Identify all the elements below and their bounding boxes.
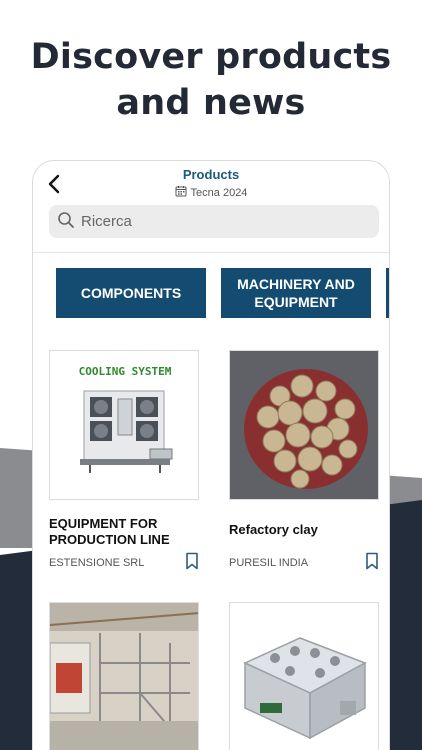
event-subtitle: Tecna 2024 (33, 185, 389, 200)
product-meta: ESTENSIONE SRL (49, 552, 199, 573)
top-bar: Products Tecna 2024 Ricerca (33, 161, 389, 253)
category-components[interactable]: COMPONENTS (56, 268, 206, 318)
product-image (49, 602, 199, 750)
promo-headline: Discover products and news (0, 34, 422, 126)
product-card[interactable] (229, 602, 379, 750)
product-company: ESTENSIONE SRL (49, 556, 145, 569)
headline-line1: Discover products (30, 37, 392, 77)
page-title: Products (182, 167, 240, 182)
product-card[interactable]: COOLING SYSTEM EQUIPMENT FOR PRODUCTION … (49, 350, 199, 570)
search-input[interactable]: Ricerca (49, 205, 379, 238)
product-meta: PURESIL INDIA (229, 552, 379, 573)
product-company: PURESIL INDIA (229, 556, 309, 569)
product-card[interactable] (49, 602, 199, 750)
product-image (229, 350, 379, 500)
category-tabs: COMPONENTS MACHINERY AND EQUIPMENT (33, 253, 389, 333)
calendar-icon (175, 185, 187, 200)
product-title: EQUIPMENT FOR PRODUCTION LINE (49, 516, 170, 547)
product-image (229, 602, 379, 750)
event-name: Tecna 2024 (190, 186, 248, 199)
bookmark-icon[interactable] (185, 552, 199, 573)
product-title: Refactory clay (229, 522, 318, 537)
category-more[interactable] (386, 268, 389, 318)
headline-line2: and news (116, 83, 306, 123)
category-machinery-label: MACHINERY AND EQUIPMENT (237, 276, 355, 310)
search-icon (57, 211, 75, 233)
search-placeholder: Ricerca (81, 213, 132, 230)
category-machinery[interactable]: MACHINERY AND EQUIPMENT (221, 268, 371, 318)
product-card[interactable]: Refactory clay PURESIL INDIA (229, 350, 379, 570)
product-image: COOLING SYSTEM (49, 350, 199, 500)
phone-screen: Products Tecna 2024 Ricerca COMPONENTS M… (32, 160, 390, 750)
bookmark-icon[interactable] (365, 552, 379, 573)
